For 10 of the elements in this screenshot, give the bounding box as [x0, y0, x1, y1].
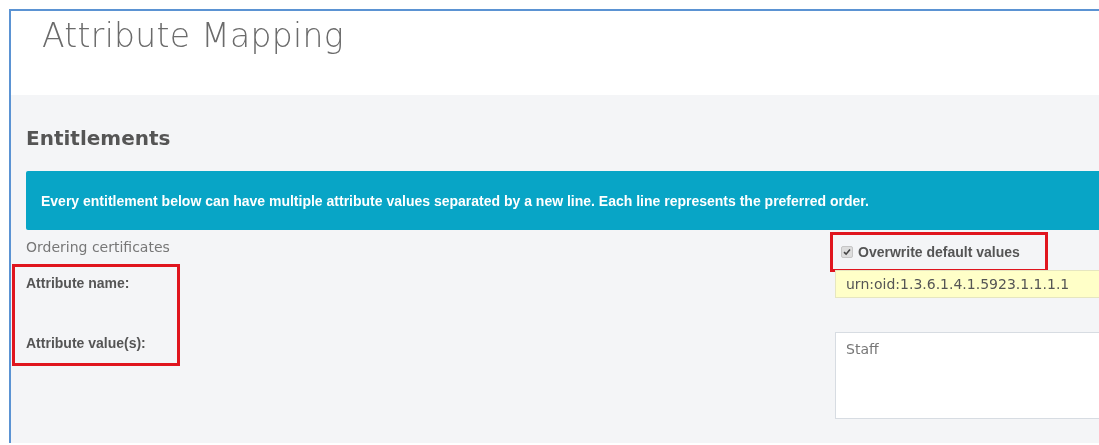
attribute-name-field[interactable]: urn:oid:1.3.6.1.4.1.5923.1.1.1.1 [835, 270, 1099, 298]
attribute-values-label: Attribute value(s): [26, 335, 147, 351]
info-banner: Every entitlement below can have multiple attribute values separated by a new line. Each line represents the preferred order. [26, 171, 1099, 230]
checkbox[interactable] [841, 246, 853, 258]
checkbox-label: Overwrite default values [858, 244, 1020, 260]
page-title: Attribute Mapping [42, 15, 345, 57]
attribute-name-label: Attribute name: [26, 275, 131, 291]
section-title: Entitlements [26, 125, 172, 151]
entitlement-name: Ordering certificates [26, 238, 171, 256]
attribute-values-field[interactable]: Staff [835, 332, 1099, 419]
